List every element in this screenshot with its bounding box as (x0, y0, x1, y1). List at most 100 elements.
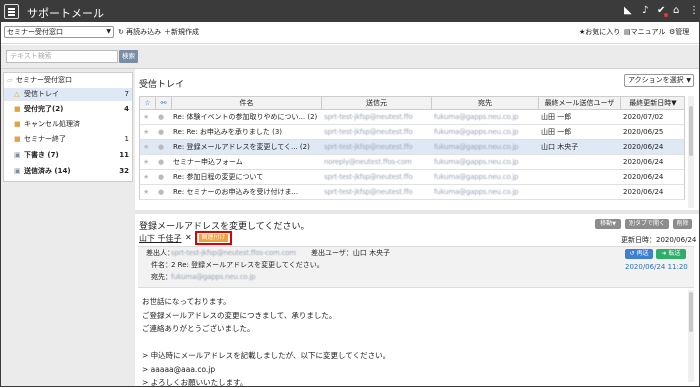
search-input[interactable]: テキスト検索 (6, 50, 118, 63)
cell-sender: noreply@neutest.ffos-com (324, 158, 412, 166)
reload-label: 再読み込み (126, 28, 162, 36)
column-last-user[interactable]: 最終メール送信ユーザ (538, 97, 620, 109)
tree-item-ended[interactable]: ■ セミナー終了 1 (4, 133, 132, 146)
table-row[interactable]: ★ ● Re: 参加日程の変更について sprt-test-jkfsp@neutest… (139, 170, 685, 185)
reload-button[interactable]: ↻ 再読み込み (118, 28, 161, 37)
folder-tree: ▱ セミナー受付窓口 △ 受信トレイ 7 ■ 受付完了(2) 4 ■ キャンセル… (3, 72, 133, 182)
tree-item-completed[interactable]: ■ 受付完了(2) 4 (4, 103, 132, 116)
tree-item-drafts[interactable]: ▣ 下書き (7) 11 (4, 149, 132, 162)
mail-date: 2020/06/24 11:20 (625, 263, 688, 271)
to-value: fukuma@gapps.neu.co.jp (171, 273, 256, 281)
table-row[interactable]: ★ ● Re: Re: お申込みを承りました (3) sprt-test-jkfsp@… (139, 125, 685, 140)
star-icon[interactable]: ★ (143, 185, 153, 199)
body-scrollbar[interactable] (688, 290, 694, 382)
hamburger-menu-icon[interactable] (4, 4, 19, 19)
cell-date: 2020/06/24 (623, 143, 664, 151)
draft-icon: ▣ (14, 151, 21, 159)
tag-button[interactable]: 関連付け (195, 231, 232, 245)
cell-date: 2020/06/24 (623, 158, 664, 166)
link-dot-icon[interactable]: ● (158, 185, 168, 199)
close-icon[interactable]: ✕ (185, 233, 192, 242)
table-scrollbar[interactable] (688, 96, 694, 208)
table-row[interactable]: ★ ● セミナー申込フォーム noreply@neutest.ffos-com fuku… (139, 155, 685, 170)
body-line: お世話になっております。 (142, 297, 231, 306)
reload-icon: ↻ (118, 28, 124, 36)
table-row[interactable]: ★ ● Re: 登録メールアドレスを変更してく... (2) sprt-test-jk… (139, 140, 685, 155)
delete-button[interactable]: 削除 (673, 219, 692, 229)
forward-label: 転送 (668, 250, 681, 257)
move-button[interactable]: 移動▼ (595, 219, 621, 229)
tree-item-label: 下書き (7) (24, 151, 59, 159)
cell-last-user (541, 155, 619, 169)
admin-button[interactable]: ⚙管理 (669, 28, 689, 37)
tree-item-cancelled[interactable]: ■ キャンセル処理済 (4, 118, 132, 131)
column-recipient[interactable]: 宛先 (431, 97, 538, 109)
favorites-button[interactable]: ★お気に入り (579, 28, 620, 37)
cell-last-user (541, 185, 619, 199)
chevron-down-icon: ▼ (612, 221, 616, 227)
tree-item-count: 11 (119, 151, 129, 159)
star-icon[interactable]: ★ (143, 155, 153, 169)
scrollbar-thumb[interactable] (689, 292, 693, 332)
cell-subject: Re: 参加日程の変更について (173, 173, 264, 181)
folder-icon: ■ (14, 120, 21, 128)
star-column-icon[interactable]: ☆ (140, 97, 155, 109)
body-line: > 申込時にメールアドレスを記載しましたが、以下に変更してください。 (142, 351, 391, 360)
new-button[interactable]: ＋新規作成 (164, 28, 199, 37)
tree-item-label: 受信トレイ (24, 90, 59, 98)
table-row[interactable]: ★ ● Re: セミナーのお申込みを受け付けま... sprt-test-jkfsp@… (139, 185, 685, 200)
subject-label: 件名： (151, 261, 172, 269)
more-vertical-icon[interactable]: ⋮ (689, 6, 699, 16)
action-select[interactable]: アクションを選択 ▼ (624, 74, 694, 87)
to-label: 宛先： (151, 273, 172, 281)
sender-name[interactable]: 山下 千佳子 (139, 233, 182, 244)
link-column-icon[interactable]: ⚯ (155, 97, 171, 109)
cell-subject: Re: Re: お申込みを承りました (3) (173, 128, 283, 136)
bookmark-icon[interactable]: ◣ (624, 6, 632, 16)
mailbox-select[interactable]: セミナー受付窓口 ▼ (4, 26, 114, 38)
tree-item-label: セミナー終了 (24, 135, 66, 143)
link-dot-icon[interactable]: ● (158, 140, 168, 154)
star-icon[interactable]: ★ (143, 170, 153, 184)
bell-icon[interactable]: ♪ (642, 6, 648, 16)
open-tab-button[interactable]: 別タブで開く (625, 219, 669, 229)
cell-subject: セミナー申込フォーム (173, 158, 243, 166)
star-icon[interactable]: ★ (143, 110, 153, 124)
cell-recipient: fukuma@gapps.neu.co.jp (434, 158, 519, 166)
cell-recipient: fukuma@gapps.neu.co.jp (434, 143, 519, 151)
cell-recipient: fukuma@gapps.neu.co.jp (434, 128, 519, 136)
link-dot-icon[interactable]: ● (158, 170, 168, 184)
sender-user: 差出ユーザ：山口 木央子 (311, 249, 391, 257)
star-icon[interactable]: ★ (143, 125, 153, 139)
table-row[interactable]: ★ ● Re: 体験イベントの参加取りやめについ... (2) sprt-test-j… (139, 110, 685, 125)
tree-item-inbox[interactable]: △ 受信トレイ 7 (4, 88, 132, 101)
link-dot-icon[interactable]: ● (158, 125, 168, 139)
cell-recipient: fukuma@gapps.neu.co.jp (434, 188, 519, 196)
mailbox-select-value: セミナー受付窓口 (7, 28, 63, 36)
column-last-date[interactable]: 最終更新日時▼ (620, 97, 685, 109)
warning-icon: △ (14, 90, 20, 98)
from-label: 差出人： (146, 249, 174, 257)
link-dot-icon[interactable]: ● (158, 155, 168, 169)
cell-sender: sprt-test-jkfsp@neutest.ffo (324, 128, 413, 136)
cell-sender: sprt-test-jkfsp@neutest.ffo (324, 188, 413, 196)
resend-label: 再送 (636, 250, 649, 257)
tree-item-count: 32 (119, 167, 129, 175)
pane-splitter[interactable] (135, 210, 699, 214)
column-sender[interactable]: 送信元 (321, 97, 431, 109)
tree-root[interactable]: ▱ セミナー受付窓口 (4, 74, 132, 87)
tree-item-sent[interactable]: ▣ 送信済み (14) 32 (4, 165, 132, 178)
forward-button[interactable]: ➜ 転送 (656, 249, 686, 259)
resend-icon: ↺ (629, 250, 635, 257)
search-button[interactable]: 検索 (119, 50, 138, 63)
resend-button[interactable]: ↺ 再送 (625, 249, 653, 259)
scrollbar-thumb[interactable] (689, 106, 693, 156)
star-icon[interactable]: ★ (143, 140, 153, 154)
cell-recipient: fukuma@gapps.neu.co.jp (434, 113, 519, 121)
manual-button[interactable]: ▤マニュアル (624, 28, 665, 37)
app-title: サポートメール (27, 7, 104, 20)
home-icon[interactable]: ⌂ (673, 6, 679, 16)
column-subject[interactable]: 件名 (171, 97, 321, 109)
link-dot-icon[interactable]: ● (158, 110, 168, 124)
cell-date: 2020/06/24 (623, 173, 664, 181)
